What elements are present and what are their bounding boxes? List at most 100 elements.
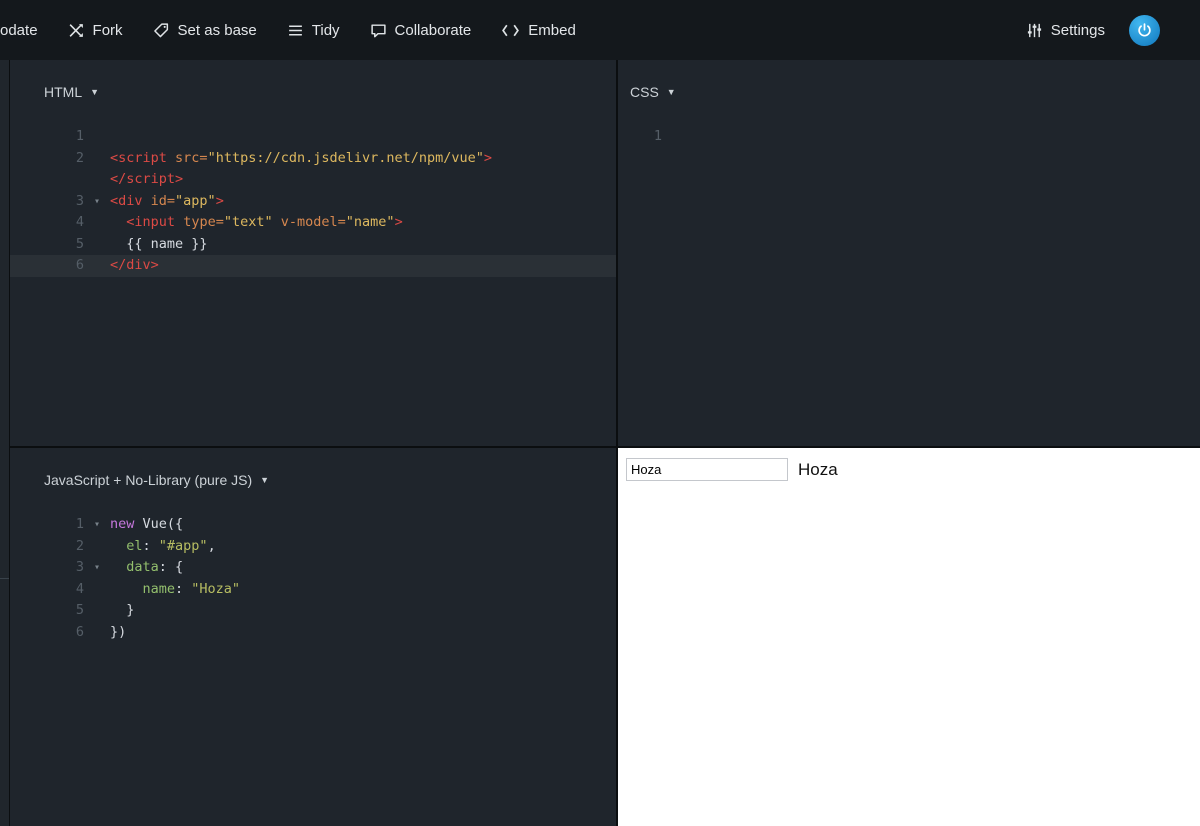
topbar: odate Fork Set as base Tidy Collaborate Embed… [0,0,1200,60]
code-line[interactable]: 5 } [10,600,616,622]
line-number: 4 [75,214,84,230]
topbar-tidy-button[interactable]: Tidy [287,22,340,39]
topbar-update-button[interactable]: odate [0,22,38,39]
code-text: </script> [110,171,184,187]
fold-gutter [84,622,110,644]
fold-gutter [84,148,110,170]
topbar-item-label: Fork [92,21,123,39]
line-number [10,169,84,191]
line-number: 2 [75,537,84,554]
fold-caret-icon[interactable]: ▾ [84,514,110,536]
code-text: data: { [126,559,184,575]
line-number: 1 [75,128,84,144]
fold-gutter [662,126,688,148]
line-number: 4 [75,580,84,597]
sliders-settings-icon [1026,22,1043,39]
fold-caret-icon[interactable]: ▾ [84,191,110,213]
result-text-input[interactable] [626,458,788,481]
html-panel: HTML ▼ 1 2 <script src="https://cdn.jsdeli… [10,60,616,446]
line-number: 3 [75,192,84,209]
result-output-row: Hoza [618,448,1200,481]
code-text: <div id="app"> [110,192,224,209]
chevron-down-icon: ▼ [666,87,676,97]
html-panel-title: HTML [44,84,83,100]
settings-label: Settings [1050,21,1105,39]
topbar-set-as-base-button[interactable]: Set as base [153,22,257,39]
html-panel-header[interactable]: HTML ▼ [10,60,616,106]
result-bound-text: Hoza [798,459,838,479]
code-line[interactable]: 1 [10,126,616,148]
code-line[interactable]: 6 </div> [10,255,616,277]
code-text: <script src="https://cdn.jsdelivr.net/np… [110,149,493,166]
js-panel-header[interactable]: JavaScript + No-Library (pure JS) ▼ [10,448,616,494]
line-number: 6 [75,257,84,273]
topbar-item-label: odate [0,21,38,39]
js-panel: JavaScript + No-Library (pure JS) ▼ 1 ▾ ne… [10,448,616,826]
css-panel-header[interactable]: CSS ▼ [618,60,1200,106]
code-text: } [110,602,135,618]
code-brackets-icon [501,23,520,38]
code-line[interactable]: </script> [10,169,616,191]
code-text: }) [110,623,127,640]
css-panel-title: CSS [630,84,659,100]
power-button[interactable] [1129,14,1160,46]
line-number: 6 [75,623,84,640]
line-number: 1 [653,128,662,144]
js-editor[interactable]: 1 ▾ new Vue({2 el: "#app", 3 ▾ data: {4 name… [10,514,616,643]
topbar-left: odate Fork Set as base Tidy Collaborate Embed [0,22,576,39]
topbar-embed-button[interactable]: Embed [501,22,576,39]
code-text: {{ name }} [110,235,208,252]
fold-gutter [84,169,110,191]
chevron-down-icon: ▼ [90,87,100,97]
tag-icon [153,22,170,39]
css-editor[interactable]: 1 [618,126,1200,148]
code-line[interactable]: 6}) [10,622,616,644]
code-line[interactable]: 4 name: "Hoza" [10,579,616,601]
code-text: </div> [110,257,159,273]
panel-resize-rail[interactable] [0,60,10,826]
settings-button[interactable]: Settings [1026,22,1105,39]
fold-gutter [84,579,110,601]
code-line[interactable]: 1 ▾ new Vue({ [10,514,616,536]
line-number: 3 [75,559,84,575]
code-line[interactable]: 2 el: "#app", [10,536,616,558]
topbar-item-label: Embed [528,21,576,39]
js-panel-title: JavaScript + No-Library (pure JS) [44,472,253,488]
code-line[interactable]: 1 [618,126,1200,148]
html-editor[interactable]: 1 2 <script src="https://cdn.jsdelivr.net/… [10,126,616,277]
code-text: el: "#app", [126,537,216,554]
chevron-down-icon: ▼ [260,475,270,485]
fold-gutter [84,255,110,277]
code-text: <input type="text" v-model="name"> [126,214,403,230]
code-line[interactable]: 2 <script src="https://cdn.jsdelivr.net/n… [10,148,616,170]
code-line[interactable]: 3 ▾ <div id="app"> [10,191,616,213]
fold-gutter [84,212,110,234]
line-number: 2 [75,149,84,166]
fork-icon [68,22,85,39]
line-number: 5 [75,602,84,618]
code-line[interactable]: 4 <input type="text" v-model="name"> [10,212,616,234]
fold-gutter [84,234,110,256]
topbar-item-label: Collaborate [394,21,472,39]
chat-bubble-icon [370,22,387,39]
fold-gutter [84,600,110,622]
topbar-fork-button[interactable]: Fork [68,22,123,39]
fold-gutter [84,536,110,558]
tidy-lines-icon [287,22,304,39]
result-panel: Hoza [618,448,1200,826]
topbar-right: Settings [1026,14,1200,46]
line-number: 1 [75,516,84,532]
css-panel: CSS ▼ 1 [618,60,1200,446]
line-number: 5 [75,235,84,252]
topbar-collaborate-button[interactable]: Collaborate [370,21,472,39]
power-icon [1136,22,1153,39]
fold-gutter [84,126,110,148]
topbar-item-label: Tidy [311,21,340,39]
code-line[interactable]: 5 {{ name }} [10,234,616,256]
rail-divider [0,578,9,579]
code-text: name: "Hoza" [142,580,241,597]
fold-caret-icon[interactable]: ▾ [84,557,110,579]
code-line[interactable]: 3 ▾ data: { [10,557,616,579]
